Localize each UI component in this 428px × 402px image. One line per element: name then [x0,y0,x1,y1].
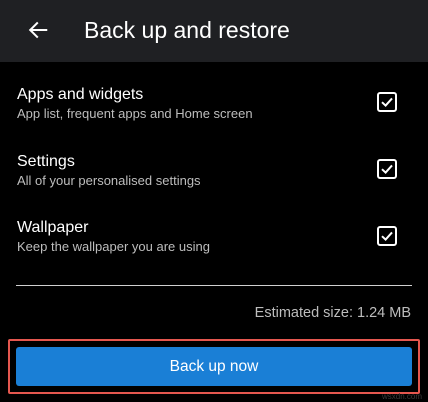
checkmark-icon [381,231,393,242]
option-subtitle: Keep the wallpaper you are using [17,239,210,254]
option-settings[interactable]: Settings All of your personalised settin… [0,152,428,208]
checkmark-icon [381,164,393,175]
apps-and-widgets-checkbox[interactable] [377,92,397,112]
option-subtitle: App list, frequent apps and Home screen [17,106,253,121]
divider [16,285,412,286]
wallpaper-checkbox[interactable] [377,226,397,246]
page-title: Back up and restore [84,17,290,43]
option-wallpaper[interactable]: Wallpaper Keep the wallpaper you are usi… [0,218,428,274]
back-up-now-button[interactable]: Back up now [16,347,412,386]
settings-checkbox[interactable] [377,159,397,179]
option-title: Settings [17,153,75,170]
option-title: Apps and widgets [17,86,144,103]
backup-restore-screen: Back up and restore Apps and widgets App… [0,0,428,402]
back-button[interactable] [22,14,54,46]
option-subtitle: All of your personalised settings [17,173,201,188]
watermark: wsxdn.com [381,392,422,401]
app-bar: Back up and restore [0,0,428,62]
option-apps-and-widgets[interactable]: Apps and widgets App list, frequent apps… [0,85,428,141]
estimated-size-label: Estimated size: 1.24 MB [254,305,411,321]
option-title: Wallpaper [17,219,89,236]
arrow-left-icon [28,21,48,39]
checkmark-icon [381,97,393,108]
